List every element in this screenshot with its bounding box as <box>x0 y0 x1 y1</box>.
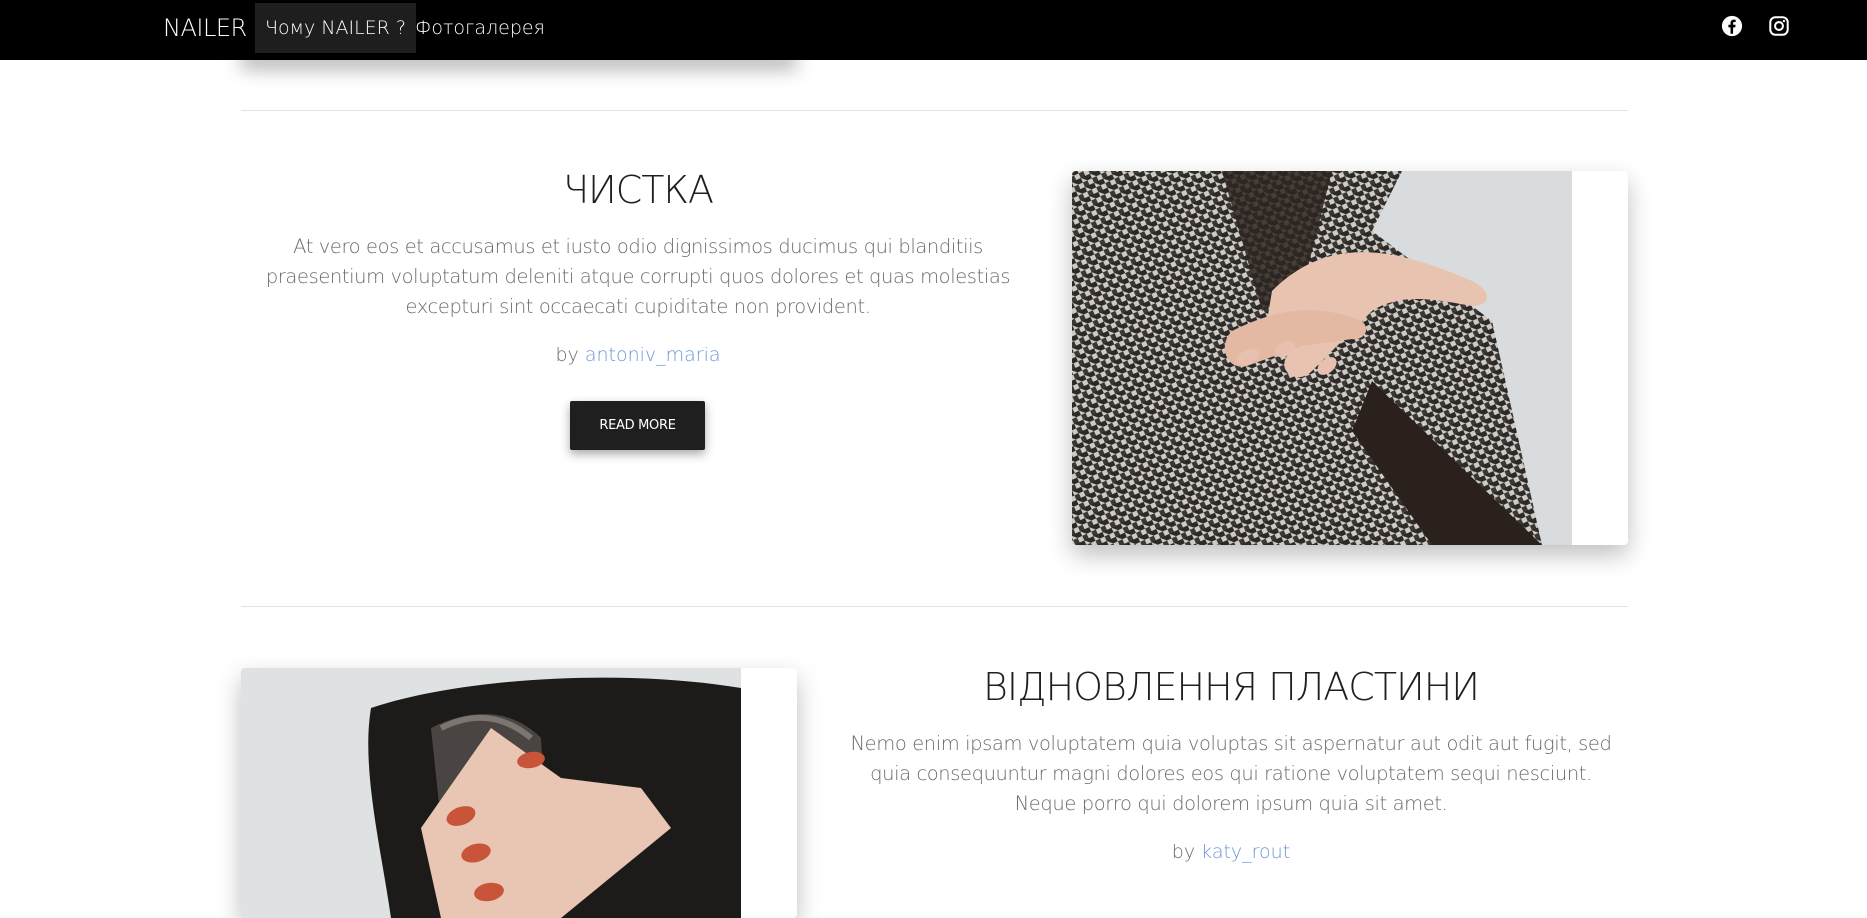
top-navbar: NAILER Чому NAILER ? Фотогалерея <box>0 0 1867 60</box>
section-divider <box>241 606 1628 607</box>
nail-photo-orange <box>241 668 741 918</box>
instagram-icon[interactable] <box>1768 15 1790 37</box>
author-link[interactable]: katy_rout <box>1201 841 1290 863</box>
read-more-button[interactable]: READ MORE <box>570 401 705 450</box>
section-description-cleaning: At vero eos et accusamus et iusto odio d… <box>265 235 1011 318</box>
nail-photo-houndstooth <box>1072 171 1572 545</box>
section-byline-cleaning: by antoniv_maria <box>241 344 1035 366</box>
image-card-restoration[interactable] <box>241 668 797 918</box>
section-title-cleaning: ЧИСТКА <box>562 168 714 212</box>
author-link[interactable]: antoniv_maria <box>585 344 721 366</box>
byline-prefix: by <box>555 344 579 366</box>
section-divider <box>241 110 1628 111</box>
section-byline-restoration: by katy_rout <box>834 841 1628 863</box>
nav-item-why-nailer[interactable]: Чому NAILER ? <box>255 3 416 53</box>
nav-item-gallery[interactable]: Фотогалерея <box>405 3 555 53</box>
brand-logo[interactable]: NAILER <box>163 0 247 56</box>
image-card-cleaning[interactable] <box>1072 171 1628 545</box>
section-title-restoration: ВІДНОВЛЕННЯ ПЛАСТИНИ <box>982 665 1480 709</box>
byline-prefix: by <box>1171 841 1196 863</box>
facebook-icon[interactable] <box>1721 15 1743 37</box>
section-description-restoration: Nemo enim ipsam voluptatem quia voluptas… <box>850 732 1612 815</box>
